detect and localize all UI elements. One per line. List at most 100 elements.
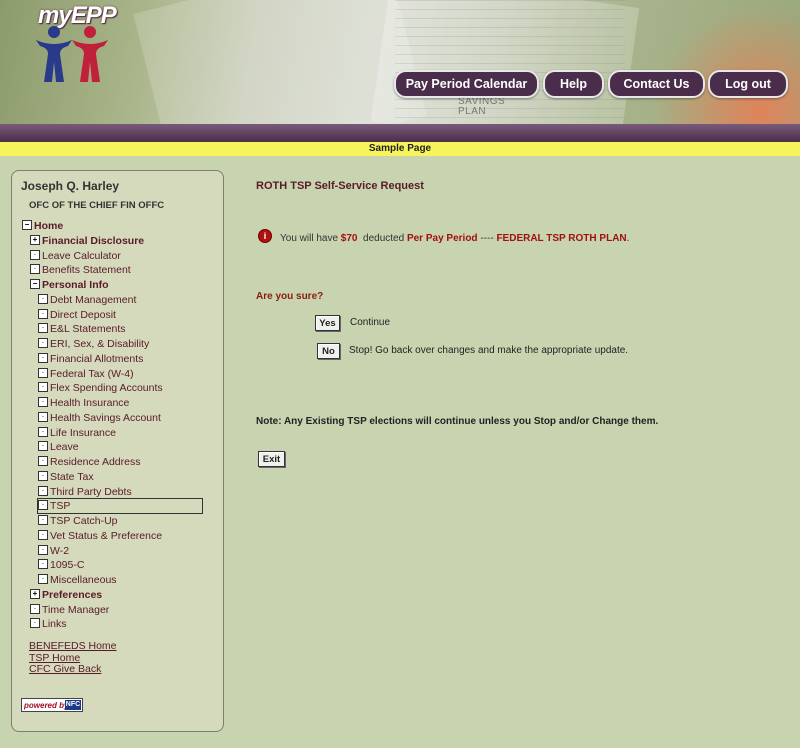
banner-text: SAVINGS PLAN <box>458 97 505 117</box>
sidebar-item-health-savings-account[interactable]: · Health Savings Account <box>38 411 161 425</box>
leaf-icon[interactable]: · <box>38 323 48 334</box>
leaf-icon[interactable]: · <box>30 618 40 629</box>
sidebar-item-label: Health Savings Account <box>50 411 161 424</box>
sidebar-item-leave[interactable]: · Leave <box>38 440 79 454</box>
sidebar-item-flex-spending-accounts[interactable]: · Flex Spending Accounts <box>38 381 163 395</box>
sidebar-item-1095-c[interactable]: · 1095-C <box>38 558 84 572</box>
sidebar-item-debt-management[interactable]: · Debt Management <box>38 293 136 307</box>
help-button[interactable]: Help <box>543 70 604 98</box>
sidebar-item-third-party-debts[interactable]: · Third Party Debts <box>38 485 132 499</box>
sidebar-item-label: Financial Disclosure <box>42 234 145 247</box>
sidebar-item-residence-address[interactable]: · Residence Address <box>38 455 140 469</box>
sidebar-item-financial-allotments[interactable]: · Financial Allotments <box>38 352 143 366</box>
sidebar-item-label: Debt Management <box>50 293 137 306</box>
leaf-icon[interactable]: · <box>38 426 48 437</box>
yes-button[interactable]: Yes <box>315 315 340 331</box>
myepp-logo[interactable]: myEPP <box>34 2 117 86</box>
pay-period-calendar-button[interactable]: Pay Period Calendar <box>394 70 539 98</box>
leaf-icon[interactable]: · <box>38 367 48 378</box>
sidebar-item-home[interactable]: − Home <box>22 219 63 233</box>
logout-button[interactable]: Log out <box>708 70 788 98</box>
message-text: deducted <box>357 233 407 244</box>
leaf-icon[interactable]: · <box>38 308 48 319</box>
sidebar-item-life-insurance[interactable]: · Life Insurance <box>38 426 116 440</box>
cfc-give-back-link[interactable]: CFC Give Back <box>29 663 101 675</box>
banner-text-line: PLAN <box>458 106 487 117</box>
leaf-icon[interactable]: · <box>38 352 48 363</box>
sidebar-item-label: Financial Allotments <box>50 352 144 365</box>
leaf-icon[interactable]: · <box>38 559 48 570</box>
sidebar-item-label: Leave Calculator <box>42 249 121 262</box>
leaf-icon[interactable]: · <box>38 485 48 496</box>
sidebar-item-preferences[interactable]: + Preferences <box>30 588 102 602</box>
deduction-period: Per Pay Period <box>406 233 478 244</box>
powered-by-nfc-logo[interactable]: powered by NFC <box>21 698 83 712</box>
people-logo-icon <box>36 26 108 82</box>
sidebar-item-label: Third Party Debts <box>50 485 132 498</box>
collapse-icon[interactable]: − <box>22 220 32 231</box>
sidebar-item-tsp-catch-up[interactable]: · TSP Catch-Up <box>38 514 118 528</box>
leaf-icon[interactable]: · <box>38 397 48 408</box>
sidebar: Joseph Q. Harley OFC OF THE CHIEF FIN OF… <box>11 170 224 732</box>
sidebar-item-links[interactable]: · Links <box>30 617 67 631</box>
leaf-icon[interactable]: · <box>38 500 48 511</box>
sidebar-item-label: Federal Tax (W-4) <box>50 367 134 380</box>
sidebar-item-label: Health Insurance <box>50 397 130 409</box>
sidebar-item-label: Leave <box>50 441 79 454</box>
sidebar-item-label: E&L Statements <box>50 323 126 336</box>
sidebar-item-label: W-2 <box>50 544 70 557</box>
sidebar-item-label: Miscellaneous <box>50 574 117 586</box>
sidebar-item-leave-calculator[interactable]: · Leave Calculator <box>30 249 121 263</box>
leaf-icon[interactable]: · <box>38 411 48 422</box>
leaf-icon[interactable]: · <box>38 382 48 393</box>
sidebar-item-label: Benefits Statement <box>42 264 131 277</box>
sidebar-item-federal-tax-w-4[interactable]: · Federal Tax (W-4) <box>38 367 134 381</box>
leaf-icon[interactable]: · <box>38 515 48 526</box>
contact-us-button[interactable]: Contact Us <box>608 70 705 98</box>
expand-icon[interactable]: + <box>30 588 40 599</box>
leaf-icon[interactable]: · <box>38 544 48 555</box>
sidebar-item-w-2[interactable]: · W-2 <box>38 544 69 558</box>
message-text: You will have <box>280 233 341 244</box>
sidebar-item-label: Life Insurance <box>50 426 116 439</box>
sidebar-item-miscellaneous[interactable]: · Miscellaneous <box>38 573 117 587</box>
sidebar-item-financial-disclosure[interactable]: + Financial Disclosure <box>30 234 144 248</box>
benefeds-home-link[interactable]: BENEFEDS Home <box>29 640 117 652</box>
sidebar-item-direct-deposit[interactable]: · Direct Deposit <box>38 308 116 322</box>
collapse-icon[interactable]: − <box>30 279 40 290</box>
header-divider <box>0 124 800 142</box>
leaf-icon[interactable]: · <box>38 456 48 467</box>
sidebar-item-label: TSP <box>50 500 71 513</box>
sidebar-item-health-insurance[interactable]: · Health Insurance <box>38 396 129 410</box>
leaf-icon[interactable]: · <box>38 293 48 304</box>
leaf-icon[interactable]: · <box>38 441 48 452</box>
leaf-icon[interactable]: · <box>30 249 40 260</box>
sidebar-item-benefits-statement[interactable]: · Benefits Statement <box>30 263 131 277</box>
sidebar-item-label: Links <box>42 618 67 631</box>
sidebar-item-time-manager[interactable]: · Time Manager <box>30 603 109 617</box>
exit-button[interactable]: Exit <box>258 451 285 467</box>
sidebar-item-eri-sex-disability[interactable]: · ERI, Sex, & Disability <box>38 337 149 351</box>
leaf-icon[interactable]: · <box>38 470 48 481</box>
banner-decoration <box>395 0 625 120</box>
sample-page-banner: Sample Page <box>0 142 800 156</box>
sidebar-item-e-l-statements[interactable]: · E&L Statements <box>38 322 125 336</box>
sidebar-item-state-tax[interactable]: · State Tax <box>38 470 94 484</box>
leaf-icon[interactable]: · <box>38 529 48 540</box>
sidebar-item-vet-status-preference[interactable]: · Vet Status & Preference <box>38 529 162 543</box>
no-button[interactable]: No <box>317 343 340 359</box>
sidebar-item-label: Flex Spending Accounts <box>50 382 163 395</box>
message-text: ---- <box>477 233 497 244</box>
leaf-icon[interactable]: · <box>38 574 48 585</box>
expand-icon[interactable]: + <box>30 234 40 245</box>
info-icon: i <box>258 229 272 243</box>
page-title: ROTH TSP Self-Service Request <box>256 180 424 192</box>
user-name: Joseph Q. Harley <box>21 179 120 193</box>
sidebar-item-personal-info[interactable]: − Personal Info <box>30 278 109 292</box>
sidebar-item-label: 1095-C <box>50 559 85 572</box>
sidebar-item-tsp[interactable]: · TSP <box>37 498 203 515</box>
leaf-icon[interactable]: · <box>30 603 40 614</box>
leaf-icon[interactable]: · <box>30 264 40 275</box>
sidebar-item-label: Personal Info <box>42 279 109 291</box>
leaf-icon[interactable]: · <box>38 338 48 349</box>
